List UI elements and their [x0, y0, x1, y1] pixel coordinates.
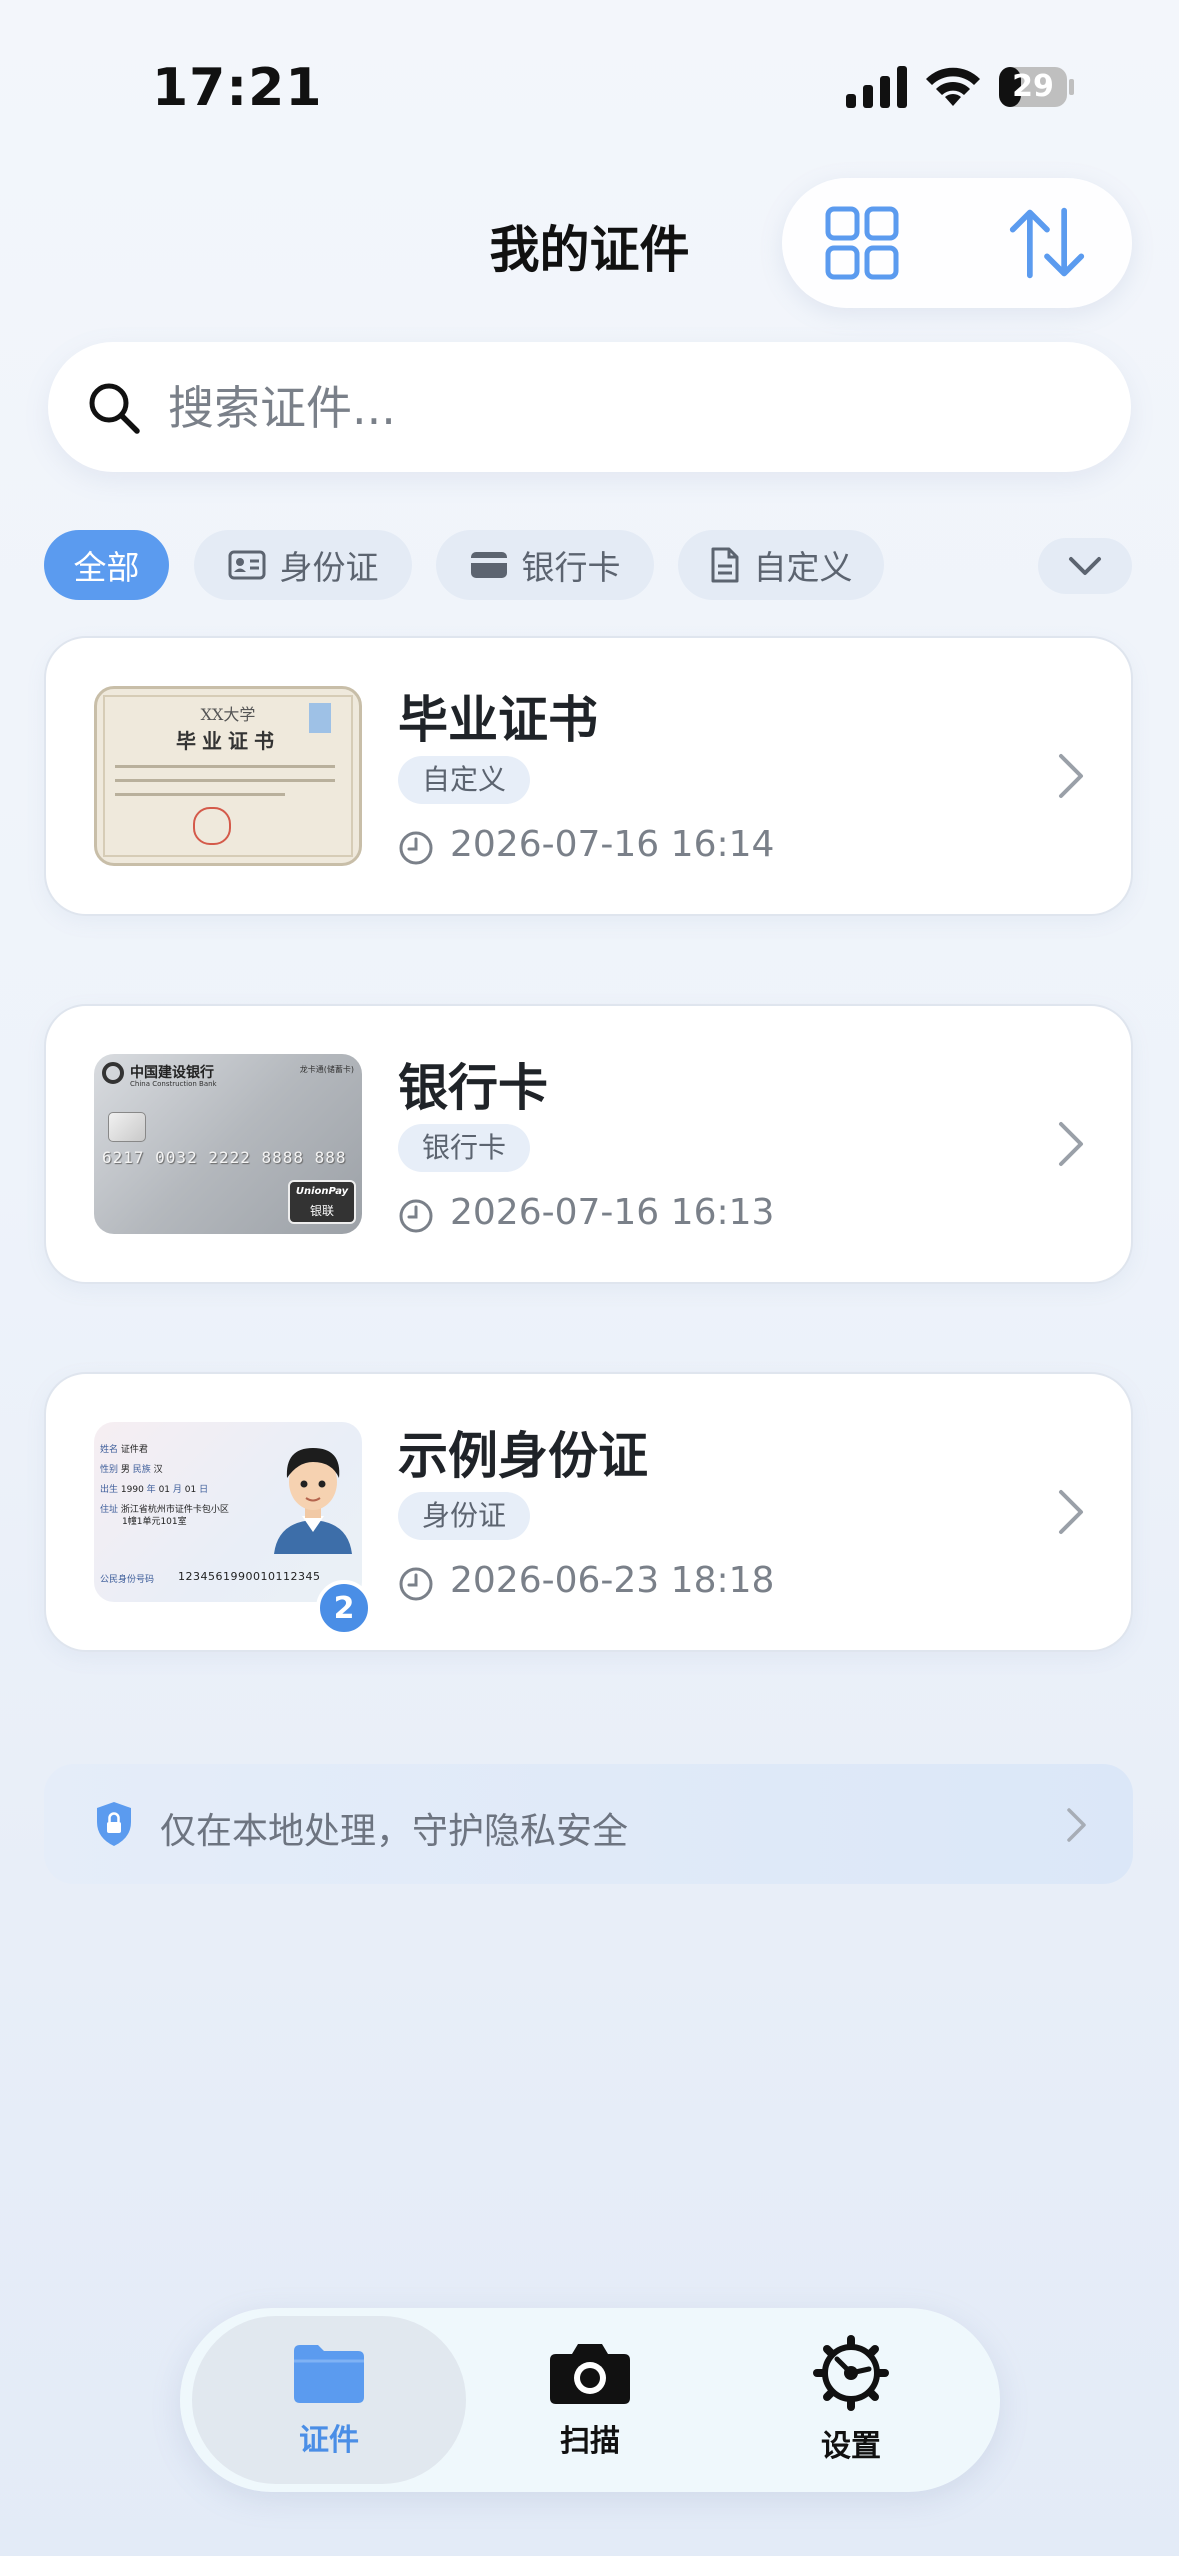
id-card-thumbnail: 姓名 证件君 性别 男 民族 汉 出生 1990 年 01 月 01 日 住址 …	[94, 1422, 362, 1602]
privacy-banner[interactable]: 仅在本地处理，守护隐私安全	[44, 1764, 1133, 1884]
document-card-id[interactable]: 姓名 证件君 性别 男 民族 汉 出生 1990 年 01 月 01 日 住址 …	[44, 1372, 1133, 1652]
id-birth-day: 01	[184, 1485, 197, 1495]
chevron-right-icon	[1067, 1808, 1086, 1842]
id-card-icon	[228, 550, 265, 580]
id-fields: 姓名 证件君 性别 男 民族 汉 出生 1990 年 01 月 01 日 住址 …	[100, 1440, 229, 1528]
document-tag: 银行卡	[398, 1124, 531, 1172]
chevron-right-icon	[1059, 754, 1083, 798]
header-actions	[782, 178, 1132, 308]
card-chip	[108, 1112, 146, 1142]
id-day-unit: 日	[199, 1485, 209, 1495]
bank-name-en: China Construction Bank	[130, 1080, 217, 1088]
cellular-signal-icon	[846, 66, 907, 108]
bank-card-icon	[470, 552, 507, 578]
diploma-line	[115, 793, 285, 796]
document-icon	[711, 547, 738, 583]
id-nation-label: 民族	[132, 1465, 151, 1475]
clock-icon	[399, 831, 433, 865]
folder-icon	[294, 2345, 364, 2403]
id-month-unit: 月	[172, 1485, 182, 1495]
filter-chip-id-card[interactable]: 身份证	[194, 530, 412, 600]
unionpay-brand: UnionPay	[295, 1186, 349, 1197]
tab-label: 证件	[299, 2423, 359, 2458]
unionpay-logo: UnionPay 银联	[288, 1180, 356, 1224]
diploma-thumbnail: XX大学 毕业证书	[94, 686, 362, 866]
clock-icon	[399, 1199, 433, 1233]
document-tag: 身份证	[398, 1492, 531, 1540]
diploma-line	[115, 779, 335, 782]
wifi-icon	[926, 67, 980, 106]
id-birth-year: 1990	[120, 1485, 144, 1495]
search-icon	[89, 383, 140, 434]
filter-chip-label: 身份证	[279, 548, 379, 587]
bank-name: 中国建设银行	[130, 1065, 214, 1081]
id-address-line1: 浙江省杭州市证件卡包小区	[120, 1505, 229, 1515]
id-address-label: 住址	[100, 1505, 119, 1515]
id-year-unit: 年	[146, 1485, 156, 1495]
search-bar	[48, 342, 1131, 472]
gear-icon	[813, 2335, 889, 2411]
sort-button[interactable]	[1007, 203, 1087, 283]
grid-view-button[interactable]	[822, 203, 902, 283]
grid-view-icon	[825, 206, 899, 280]
chevron-down-icon	[1069, 557, 1101, 575]
id-sex: 男	[120, 1465, 130, 1475]
bottom-tab-bar: 证件 扫描 设置	[180, 2308, 1000, 2492]
status-time: 17:21	[152, 58, 323, 118]
filter-chip-label: 自定义	[753, 548, 853, 587]
id-birth-label: 出生	[100, 1485, 119, 1495]
document-tag: 自定义	[398, 756, 531, 804]
id-number-label: 公民身份号码	[100, 1575, 155, 1585]
document-time: 2026-07-16 16:13	[450, 1192, 775, 1233]
tab-scan[interactable]: 扫描	[453, 2316, 727, 2484]
card-type: 龙卡通(储蓄卡)	[299, 1065, 354, 1074]
tab-label: 设置	[821, 2429, 881, 2464]
card-number: 6217 0032 2222 8888 888	[102, 1148, 347, 1167]
document-time: 2026-06-23 18:18	[450, 1560, 775, 1601]
search-input[interactable]	[166, 370, 1070, 446]
id-portrait-avatar	[274, 1448, 352, 1554]
filter-chip-all[interactable]: 全部	[44, 530, 169, 600]
tab-documents[interactable]: 证件	[192, 2316, 466, 2484]
bank-card-thumbnail: 中国建设银行 China Construction Bank 龙卡通(储蓄卡) …	[94, 1054, 362, 1234]
tab-label: 扫描	[560, 2424, 620, 2459]
sort-icon	[1009, 207, 1085, 279]
document-name: 银行卡	[398, 1059, 548, 1117]
id-name-label: 姓名	[100, 1445, 119, 1455]
id-number: 1234561990010112345	[178, 1570, 321, 1583]
bank-logo-icon	[102, 1062, 124, 1084]
battery-indicator: 29	[998, 65, 1076, 109]
filter-chip-label: 全部	[73, 548, 140, 587]
battery-level: 29	[1012, 69, 1054, 104]
filter-chip-bank-card[interactable]: 银行卡	[436, 530, 654, 600]
diploma-line	[115, 765, 335, 768]
filter-expand-button[interactable]	[1038, 538, 1132, 594]
document-time: 2026-07-16 16:14	[450, 824, 775, 865]
document-name: 示例身份证	[398, 1427, 648, 1485]
clock-icon	[399, 1567, 433, 1601]
camera-icon	[550, 2344, 630, 2404]
unionpay-brand-cn: 银联	[309, 1204, 334, 1218]
document-name: 毕业证书	[398, 691, 598, 749]
filter-chip-custom[interactable]: 自定义	[678, 530, 884, 600]
document-card-diploma[interactable]: XX大学 毕业证书 毕业证书 自定义 2026-07-16 16:14	[44, 636, 1133, 916]
tab-settings[interactable]: 设置	[714, 2316, 988, 2484]
diploma-seal	[193, 807, 231, 845]
document-card-bank[interactable]: 中国建设银行 China Construction Bank 龙卡通(储蓄卡) …	[44, 1004, 1133, 1284]
id-birth-month: 01	[158, 1485, 171, 1495]
id-sex-label: 性别	[100, 1465, 119, 1475]
id-name: 证件君	[120, 1445, 148, 1455]
id-nation: 汉	[153, 1465, 163, 1475]
id-address-line2: 1幢1单元101室	[122, 1517, 187, 1527]
diploma-photo	[309, 703, 331, 733]
chevron-right-icon	[1059, 1122, 1083, 1166]
filter-chip-label: 银行卡	[521, 548, 621, 587]
privacy-text: 仅在本地处理，守护隐私安全	[160, 1811, 629, 1852]
chevron-right-icon	[1059, 1490, 1083, 1534]
image-count-badge: 2	[316, 1580, 372, 1636]
lock-shield-icon	[97, 1802, 131, 1846]
